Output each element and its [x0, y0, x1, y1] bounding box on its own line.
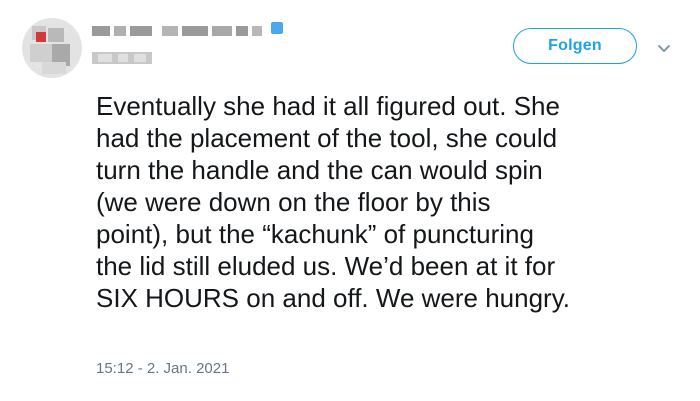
verified-badge-icon: [270, 21, 284, 35]
tweet-text-line: had the placement of the tool, she could: [96, 123, 558, 153]
tweet-text: Eventually she had it all figured out. S…: [96, 90, 686, 314]
tweet-text-line: the lid still eluded us. We’d been at it…: [96, 251, 556, 281]
tweet-text-line: SIX HOURS on and off. We were hungry.: [96, 283, 571, 313]
tweet-timestamp[interactable]: 15:12 - 2. Jan. 2021: [96, 360, 229, 377]
tweet-text-line: Eventually she had it all figured out. S…: [96, 91, 560, 121]
tweet-card: Folgen Eventually she had it all figured…: [0, 0, 700, 401]
tweet-text-line: point), but the “kachunk” of puncturing: [96, 219, 534, 249]
tweet-text-line: turn the handle and the can would spin: [96, 155, 543, 185]
author-name-redacted[interactable]: [92, 24, 282, 38]
follow-button[interactable]: Folgen: [513, 28, 637, 64]
chevron-down-icon[interactable]: [656, 40, 672, 56]
author-handle-redacted[interactable]: [92, 52, 152, 64]
tweet-text-line: (we were down on the floor by this: [96, 187, 491, 217]
avatar[interactable]: [22, 18, 82, 78]
